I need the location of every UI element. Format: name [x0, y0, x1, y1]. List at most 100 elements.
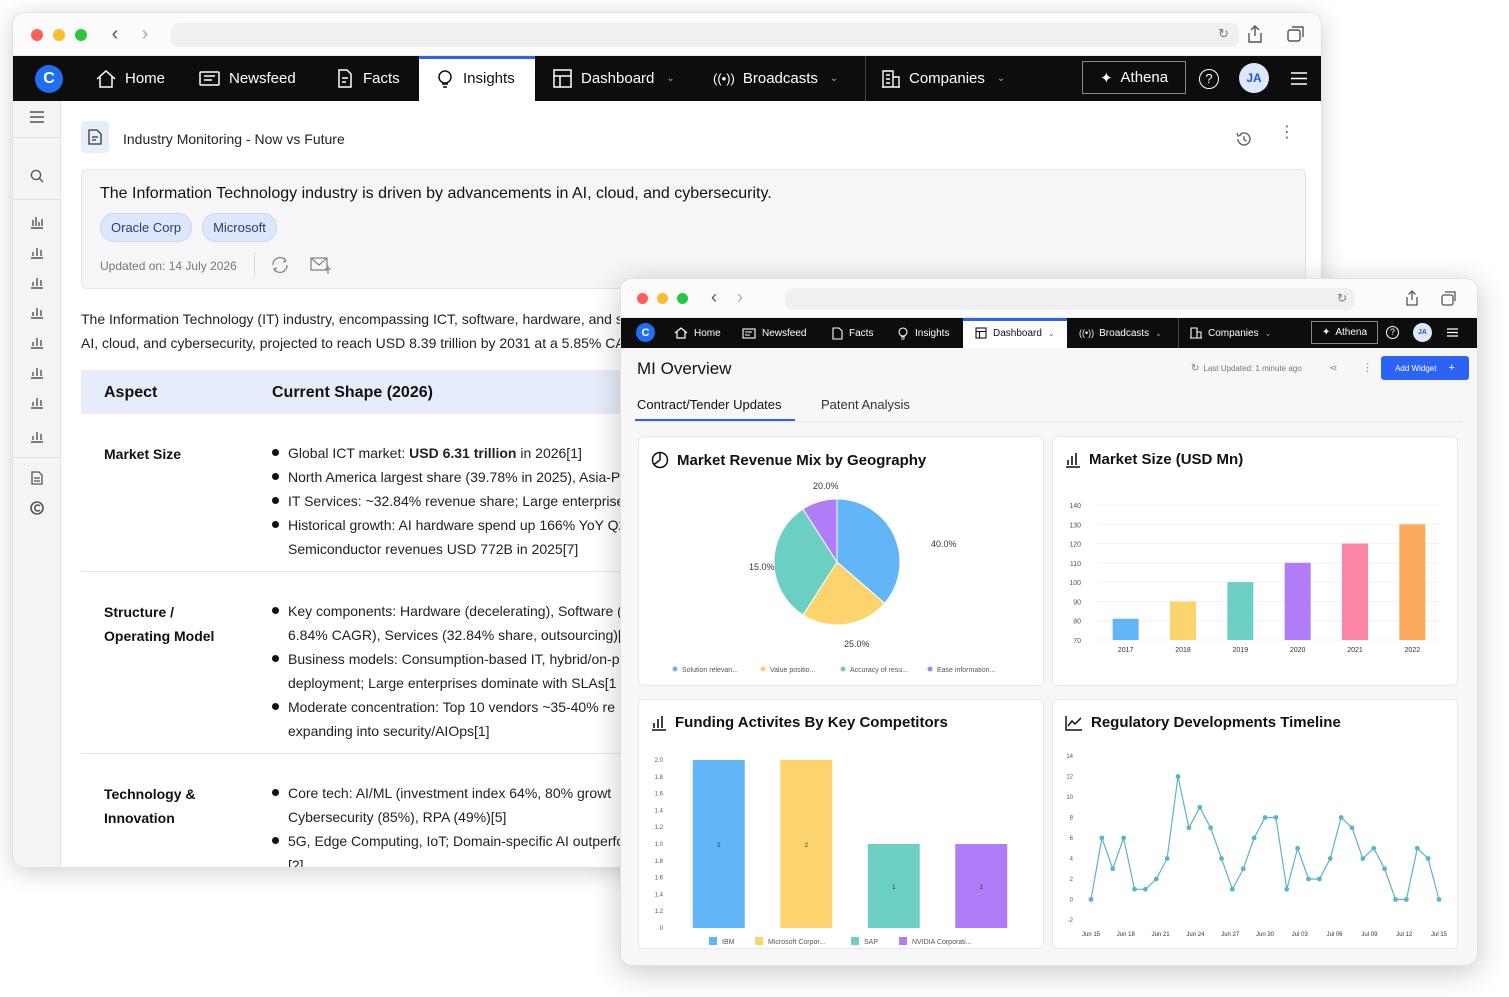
nav-facts[interactable]: Facts [335, 56, 400, 101]
chart-icon[interactable] [30, 429, 44, 443]
chart-icon[interactable] [30, 395, 44, 409]
x-tick-label: 2018 [1175, 647, 1191, 654]
avatar[interactable]: JA [1413, 323, 1432, 342]
chart-icon[interactable] [30, 365, 44, 379]
hamburger-icon[interactable] [30, 111, 44, 123]
nav-companies[interactable]: Companies ⌄ [881, 56, 1005, 101]
x-tick-label: Jun 27 [1221, 932, 1240, 938]
bar [1284, 562, 1311, 640]
legend-label: IBM [722, 939, 735, 946]
bullet-item: Business models: Consumption-based IT, h… [272, 647, 632, 695]
x-tick-label: 2019 [1233, 647, 1249, 654]
card-funding: Funding Activites By Key Competitors 2.0… [638, 699, 1044, 949]
tab-patent-analysis[interactable]: Patent Analysis [821, 397, 910, 412]
history-icon[interactable] [1235, 131, 1253, 147]
back-arrow-icon[interactable]: ‹ [107, 23, 123, 45]
y-tick-label: 1.4 [655, 892, 664, 898]
nav-newsfeed[interactable]: Newsfeed [199, 56, 296, 101]
close-window-button[interactable] [637, 293, 648, 304]
app-logo[interactable]: C [35, 65, 63, 93]
aspect-cell: Technology & Innovation [104, 786, 196, 826]
share-icon[interactable] [1247, 25, 1263, 43]
bar [1399, 524, 1426, 640]
chart-title: Funding Activites By Key Competitors [675, 714, 948, 731]
y-tick-label: 0 [660, 926, 664, 932]
last-updated-label: Last Updated: 1 minute ago [1203, 364, 1302, 373]
maximize-window-button[interactable] [75, 29, 87, 41]
reload-icon[interactable]: ↻ [1337, 291, 1347, 305]
chart-icon[interactable] [30, 215, 44, 229]
app-logo[interactable]: C [636, 323, 655, 342]
add-widget-button[interactable]: Add Widget + [1381, 356, 1469, 380]
chart-icon[interactable] [30, 245, 44, 259]
bullet-list: Key components: Hardware (decelerating),… [272, 599, 632, 743]
nav-insights[interactable]: Insights [897, 318, 949, 348]
chart-icon[interactable] [30, 305, 44, 319]
nav-dashboard[interactable]: Dashboard ⌄ [963, 318, 1067, 348]
y-tick-label: 1.6 [655, 876, 664, 882]
nav-dashboard[interactable]: Dashboard ⌄ [553, 56, 675, 101]
back-arrow-icon[interactable]: ‹ [707, 287, 721, 307]
chevron-down-icon: ⌄ [1047, 328, 1055, 338]
maximize-window-button[interactable] [677, 293, 688, 304]
nav-insights-label: Insights [463, 70, 515, 87]
bar [1342, 543, 1368, 640]
close-window-button[interactable] [31, 29, 43, 41]
bar-chart-icon [1066, 452, 1080, 468]
bullet-continuation: Cybersecurity (85%), RPA (49%)[5] [288, 809, 507, 825]
help-icon[interactable]: ? [1199, 69, 1219, 89]
share-icon[interactable] [1405, 290, 1419, 306]
menu-icon[interactable] [1447, 328, 1458, 337]
nav-broadcasts[interactable]: ((•)) Broadcasts ⌄ [1079, 318, 1162, 348]
nav-insights[interactable]: Insights [419, 56, 535, 101]
y-tick-label: 2 [1070, 877, 1074, 883]
market-size-chart: 70 80 90 100 110 120 130 140 2017 2018 2019 2020 202… [1069, 503, 1441, 654]
brand-icon[interactable] [30, 501, 44, 515]
intro-line-1: The Information Technology (IT) industry… [81, 311, 623, 327]
nav-companies[interactable]: Companies ⌄ [1190, 318, 1271, 348]
tab-contract-tender[interactable]: Contract/Tender Updates [637, 397, 782, 412]
refresh-icon[interactable] [270, 256, 290, 274]
data-point [1229, 886, 1235, 892]
tabs-icon[interactable] [1287, 26, 1305, 42]
refresh-icon[interactable]: ↻ [1191, 363, 1199, 374]
reload-icon[interactable]: ↻ [1218, 26, 1229, 42]
data-point [1284, 886, 1290, 892]
minimize-window-button[interactable] [53, 29, 65, 41]
tag-microsoft[interactable]: Microsoft [202, 213, 277, 242]
bullet-continuation: [2] [288, 857, 304, 868]
avatar[interactable]: JA [1239, 63, 1269, 93]
data-point [1338, 815, 1344, 820]
tag-oracle[interactable]: Oracle Corp [100, 213, 193, 242]
x-tick-label: Jul 15 [1431, 932, 1448, 938]
address-bar[interactable]: ↻ [171, 23, 1239, 47]
nav-home[interactable]: Home [674, 318, 721, 348]
address-bar[interactable]: ↻ [785, 288, 1355, 310]
aspect-table-body: Market Size Global ICT market: USD 6.31 t… [81, 414, 630, 867]
athena-button[interactable]: ✦ Athena [1082, 61, 1186, 94]
nav-broadcasts[interactable]: ((•)) Broadcasts ⌄ [713, 56, 838, 101]
menu-icon[interactable] [1291, 72, 1307, 85]
tabs-icon[interactable] [1441, 291, 1457, 306]
email-icon[interactable] [310, 256, 332, 276]
nav-facts[interactable]: Facts [831, 318, 873, 348]
forward-arrow-icon[interactable]: › [137, 23, 153, 45]
help-icon[interactable]: ? [1386, 326, 1399, 339]
chart-icon[interactable] [30, 275, 44, 289]
y-tick-label: 1.4 [655, 808, 664, 814]
document-icon[interactable] [31, 471, 43, 485]
forward-arrow-icon[interactable]: › [733, 287, 747, 307]
nav-newsfeed[interactable]: Newsfeed [742, 318, 806, 348]
athena-button[interactable]: ✦ Athena [1311, 321, 1378, 344]
more-options-icon[interactable]: ⋮ [1362, 361, 1373, 374]
bullet-citation[interactable]: in 2026[1] [516, 445, 582, 461]
nav-home[interactable]: Home [95, 56, 165, 101]
share-nodes-icon[interactable]: ⋖ [1329, 363, 1337, 374]
bullet-item: 5G, Edge Computing, IoT; Domain-specific… [272, 829, 632, 868]
search-icon[interactable] [30, 169, 44, 183]
legend-swatch [760, 666, 766, 672]
chart-icon[interactable] [30, 335, 44, 349]
x-tick-label: Jun 15 [1082, 932, 1101, 938]
more-options-icon[interactable]: ⋮ [1279, 125, 1295, 141]
minimize-window-button[interactable] [657, 293, 668, 304]
